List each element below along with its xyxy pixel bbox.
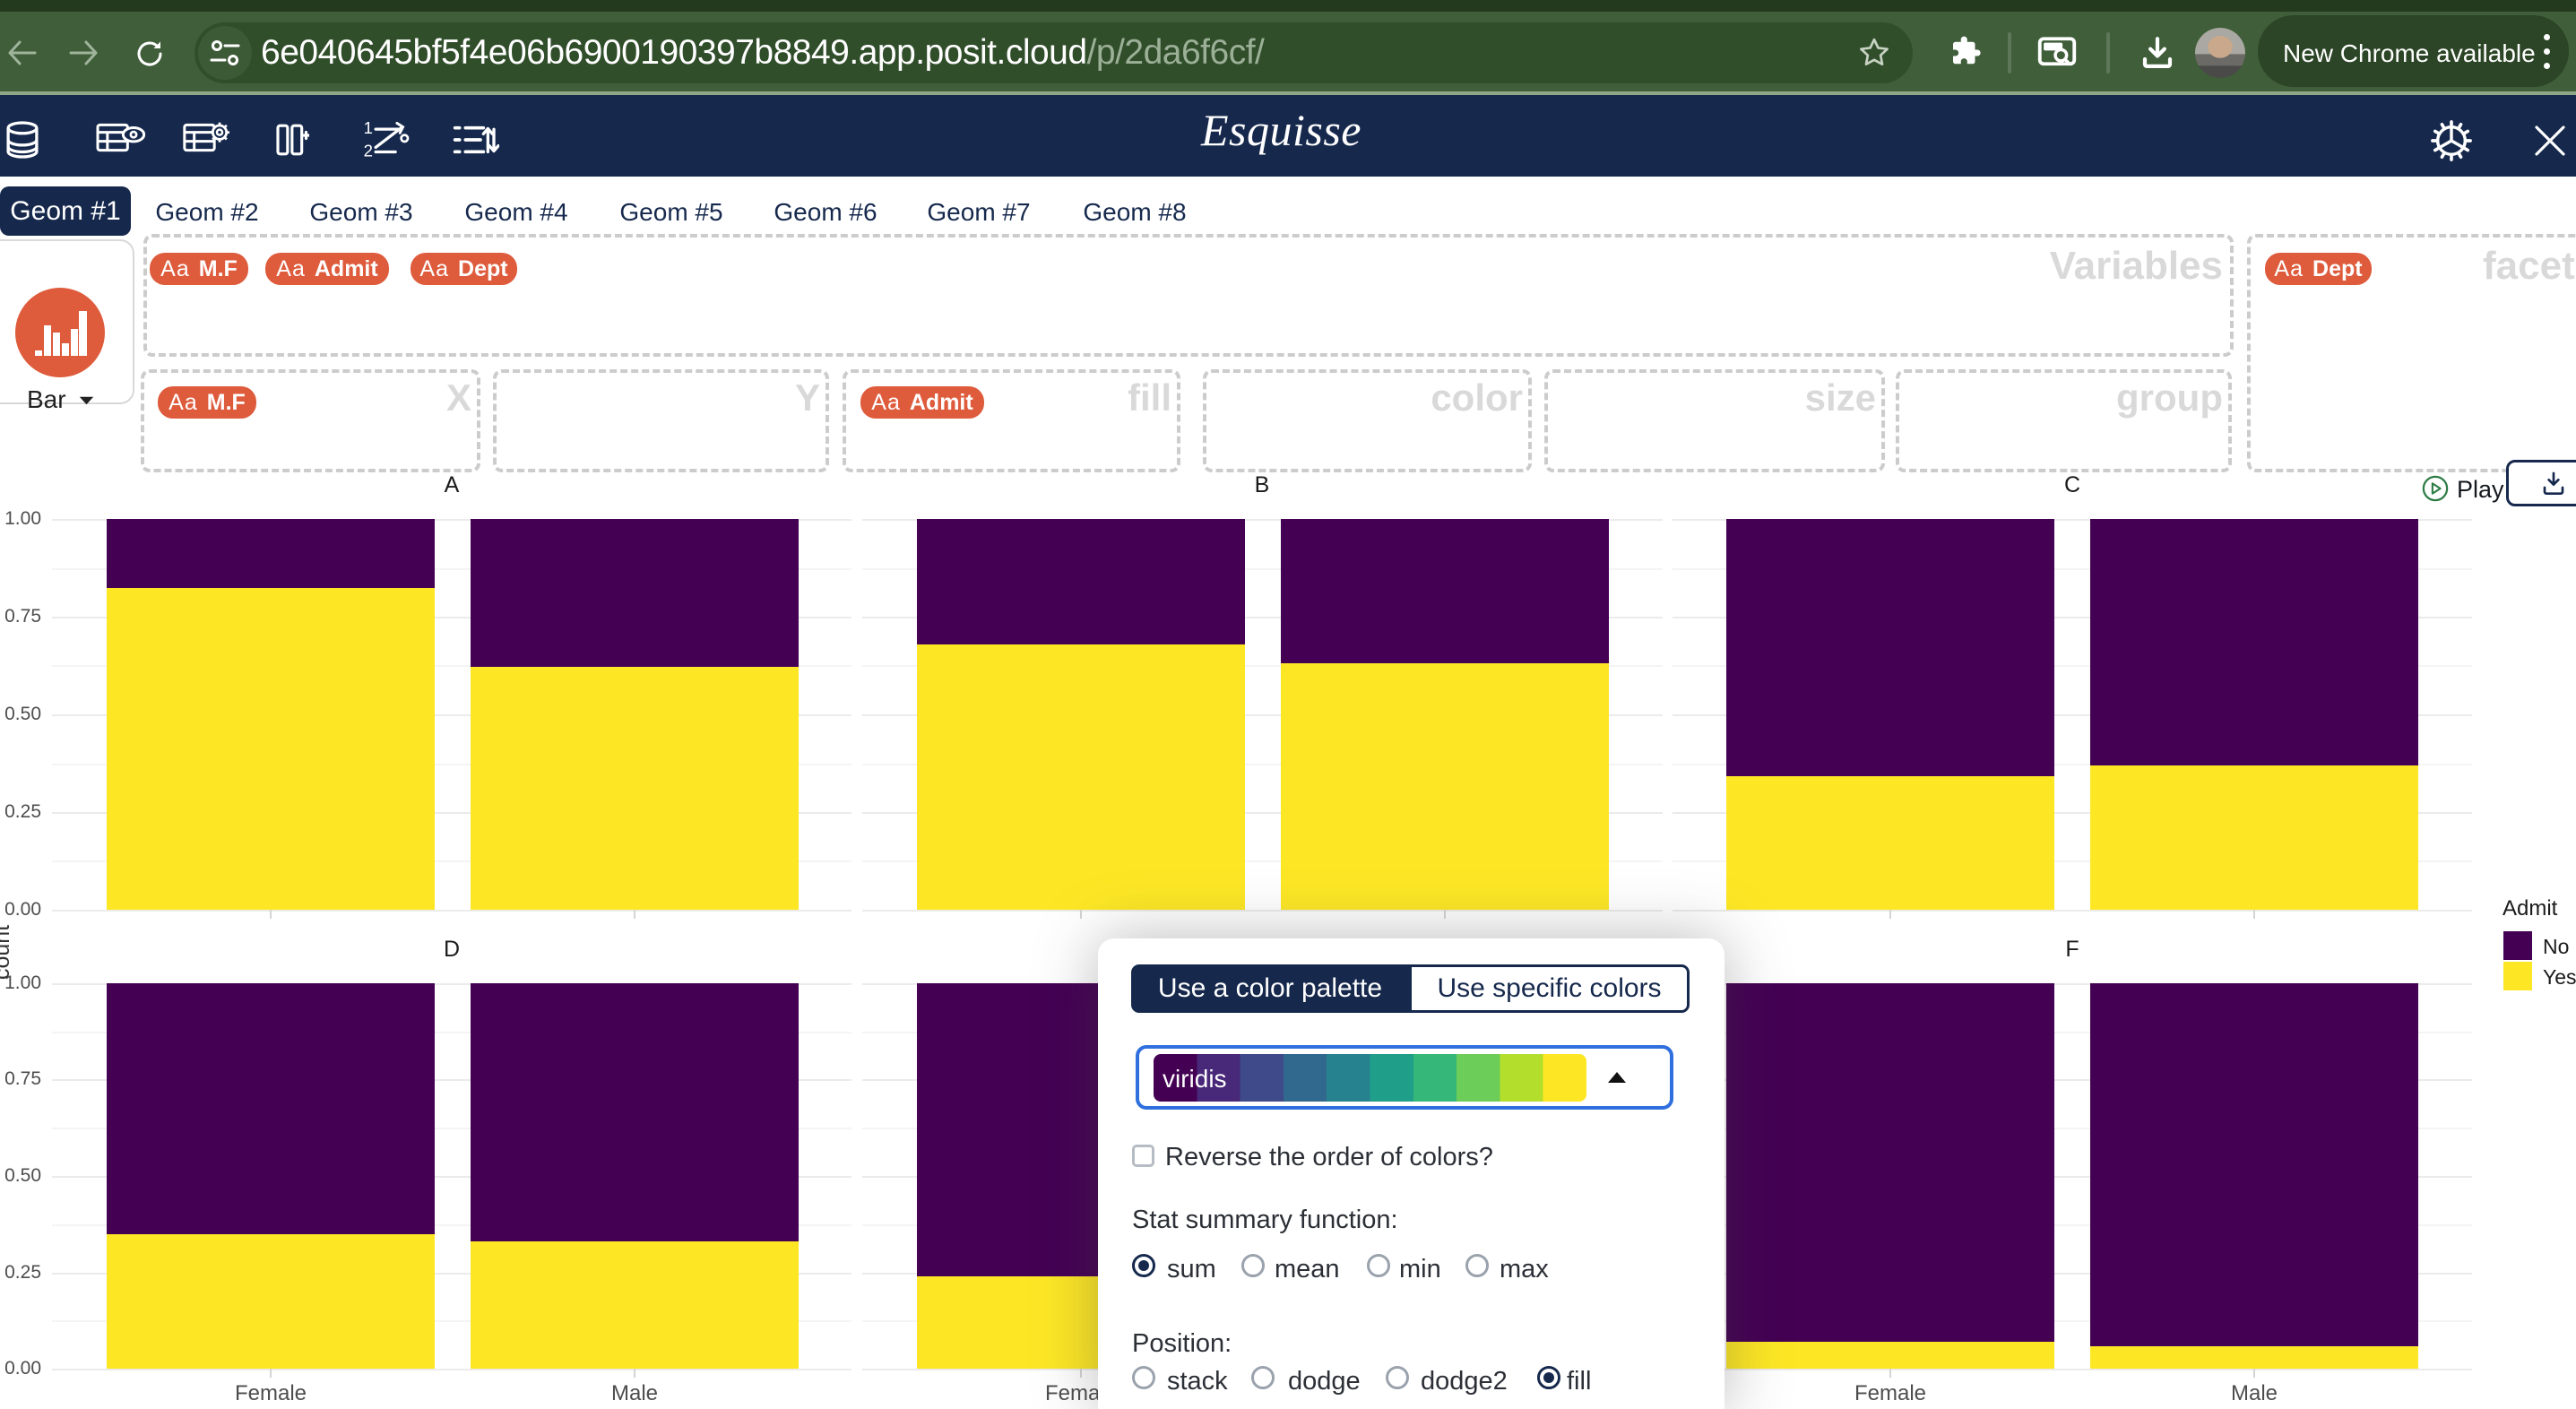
svg-text:1: 1 (364, 120, 373, 137)
svg-text:2: 2 (364, 142, 373, 160)
